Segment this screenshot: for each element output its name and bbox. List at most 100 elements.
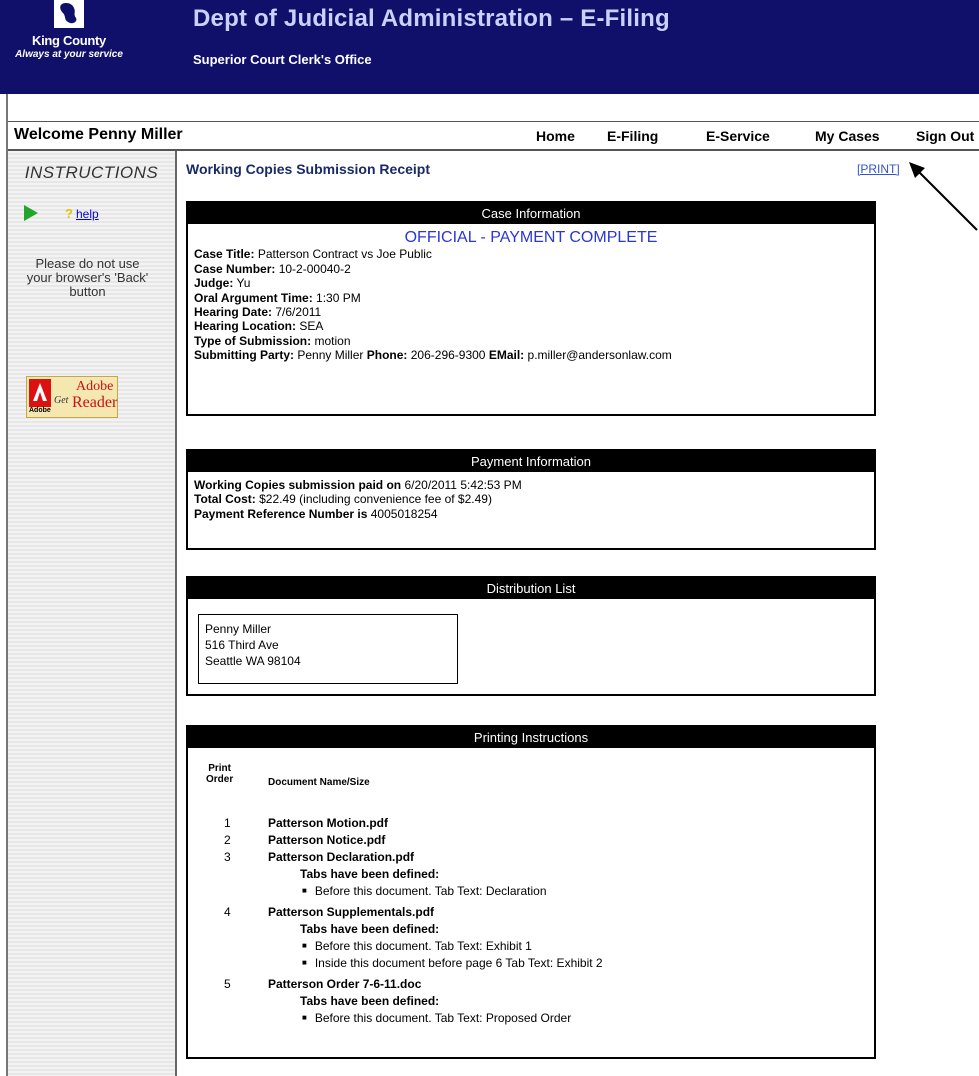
arrow-annotation-icon (909, 162, 978, 231)
submitting-party-row: Submitting Party: Penny Miller Phone: 20… (194, 348, 868, 362)
tabs-defined-label: Tabs have been defined: (300, 867, 440, 881)
back-note-line: your browser's 'Back' (26, 270, 149, 285)
field-label: Type of Submission: (194, 333, 312, 348)
tab-entry: Before this document. Tab Text: Declarat… (300, 884, 547, 898)
page-header: King County Always at your service Dept … (0, 0, 979, 94)
distribution-list-box: Distribution List Penny Miller 516 Third… (186, 576, 876, 696)
receipt-title: Working Copies Submission Receipt (186, 161, 431, 177)
field-value: 6/20/2011 5:42:53 PM (404, 478, 522, 492)
total-cost-row: Total Cost: $22.49 (including convenienc… (194, 492, 868, 506)
field-value: 10-2-00040-2 (278, 261, 351, 276)
field-label: Total Cost: (194, 492, 256, 507)
field-label: Hearing Location: (194, 319, 297, 334)
sidebar: INSTRUCTIONS ? help Please do not use yo… (8, 151, 177, 1076)
field-label: Hearing Date: (194, 305, 273, 320)
nav-e-service[interactable]: E-Service (706, 128, 770, 144)
field-label: Phone: (366, 348, 408, 363)
tabs-defined-label: Tabs have been defined: (300, 922, 440, 936)
print-order-column-header: Print Order (206, 763, 233, 785)
back-note-line: button (69, 284, 106, 299)
printing-instructions-header: Printing Instructions (188, 727, 874, 748)
printing-instructions-box: Printing Instructions Print Order Docume… (186, 725, 876, 1059)
field-label: Payment Reference Number is (194, 506, 368, 521)
tab-entry: Before this document. Tab Text: Exhibit … (300, 939, 532, 953)
site-subtitle: Superior Court Clerk's Office (193, 52, 372, 67)
help-icon[interactable]: ? (65, 206, 73, 221)
case-field: Case Title: Patterson Contract vs Joe Pu… (194, 247, 868, 261)
col-order: Order (206, 774, 234, 785)
distribution-list-header: Distribution List (188, 578, 874, 599)
document-name: Patterson Motion.pdf (268, 816, 388, 830)
case-field: Type of Submission: motion (194, 334, 868, 348)
case-information-box: Case Information OFFICIAL - PAYMENT COMP… (186, 201, 876, 416)
adobe-logo-icon (29, 379, 51, 407)
adobe-product-2: Reader (72, 394, 118, 411)
field-value: Yu (236, 276, 251, 291)
print-order: 3 (224, 850, 231, 864)
back-note-line: Please do not use (35, 256, 140, 271)
document-name: Patterson Supplementals.pdf (268, 905, 435, 919)
document-name: Patterson Order 7-6-11.doc (268, 977, 422, 991)
document-name: Patterson Declaration.pdf (268, 850, 415, 864)
case-information-header: Case Information (188, 203, 874, 224)
payment-information-header: Payment Information (188, 451, 874, 472)
tab-entry: Before this document. Tab Text: Proposed… (300, 1011, 571, 1025)
case-field: Judge: Yu (194, 276, 868, 290)
payment-information-box: Payment Information Working Copies submi… (186, 449, 876, 550)
tabs-defined-label: Tabs have been defined: (300, 994, 440, 1008)
nav-e-filing[interactable]: E-Filing (607, 128, 658, 144)
address-line: 516 Third Ave (205, 638, 279, 652)
adobe-product-1: Adobe (76, 379, 114, 394)
field-value: 4005018254 (370, 506, 438, 521)
field-label: Oral Argument Time: (194, 290, 313, 305)
document-column-header: Document Name/Size (268, 777, 370, 788)
field-value: Penny Miller (297, 348, 364, 363)
case-field: Oral Argument Time: 1:30 PM (194, 291, 868, 305)
field-label: Judge: (194, 276, 234, 291)
field-value: Patterson Contract vs Joe Public (257, 247, 432, 262)
payment-reference-row: Payment Reference Number is 4005018254 (194, 507, 868, 521)
field-value: 1:30 PM (316, 290, 361, 305)
payment-information-body: Working Copies submission paid on 6/20/2… (188, 472, 874, 525)
nav-my-cases[interactable]: My Cases (815, 128, 880, 144)
field-value: p.miller@andersonlaw.com (527, 348, 672, 363)
case-field: Hearing Location: SEA (194, 319, 868, 333)
field-value: SEA (299, 319, 324, 334)
field-label: Case Title: (194, 247, 255, 262)
welcome-text: Welcome Penny Miller (14, 126, 183, 143)
field-label: EMail: (488, 348, 525, 363)
field-value: 206-296-9300 (410, 348, 486, 363)
king-county-logo[interactable]: King County Always at your service (14, 0, 124, 80)
help-link[interactable]: help (76, 207, 99, 221)
print-order: 4 (224, 905, 231, 919)
nav-sign-out[interactable]: Sign Out (916, 128, 974, 144)
print-link[interactable]: [PRINT] (857, 162, 900, 176)
back-button-note: Please do not use your browser's 'Back' … (4, 257, 171, 299)
payment-status: OFFICIAL - PAYMENT COMPLETE (404, 229, 658, 246)
get-adobe-reader-button[interactable]: Adobe Get Adobe Reader (26, 376, 118, 418)
king-county-crest-icon (54, 0, 84, 28)
field-value: 7/6/2011 (275, 305, 322, 320)
play-icon[interactable] (24, 205, 38, 226)
field-label: Case Number: (194, 261, 276, 276)
print-order: 5 (224, 977, 231, 991)
nav-bar: Welcome Penny Miller Home E-Filing E-Ser… (8, 121, 979, 151)
col-print: Print (208, 763, 231, 774)
case-field: Case Number: 10-2-00040-2 (194, 262, 868, 276)
payment-date-row: Working Copies submission paid on 6/20/2… (194, 478, 868, 492)
org-name: King County (32, 33, 106, 48)
nav-home[interactable]: Home (536, 128, 575, 144)
address-line: Seattle WA 98104 (205, 654, 301, 668)
address-card: Penny Miller 516 Third Ave Seattle WA 98… (198, 614, 458, 684)
org-tagline: Always at your service (15, 49, 123, 60)
adobe-get: Get (54, 395, 69, 406)
adobe-brand: Adobe (29, 407, 51, 414)
instructions-heading: INSTRUCTIONS (24, 163, 159, 182)
tab-entry: Inside this document before page 6 Tab T… (300, 956, 603, 970)
print-order: 2 (224, 833, 231, 847)
address-line: Penny Miller (205, 622, 272, 636)
field-label: Submitting Party: (194, 348, 295, 363)
site-title: Dept of Judicial Administration – E-Fili… (193, 5, 670, 32)
document-name: Patterson Notice.pdf (268, 833, 386, 847)
case-field: Hearing Date: 7/6/2011 (194, 305, 868, 319)
